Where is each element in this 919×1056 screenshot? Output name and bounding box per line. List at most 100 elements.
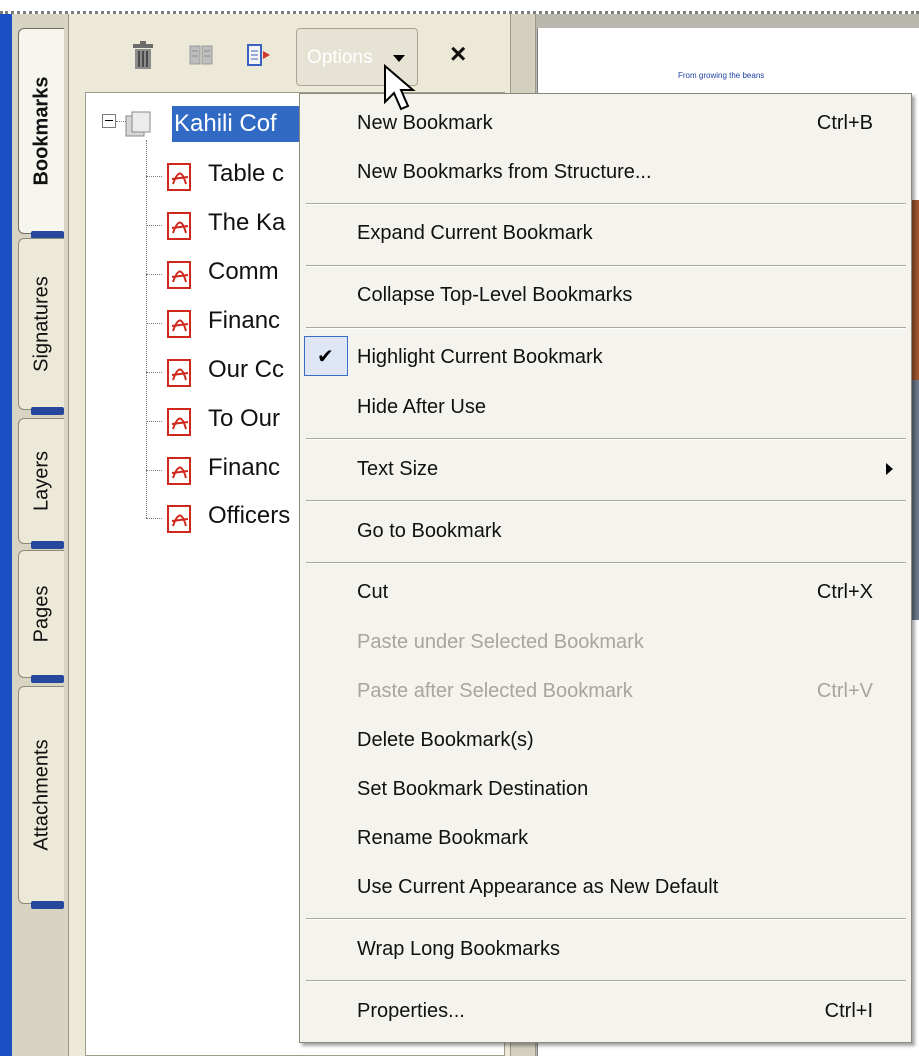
bookmark-item[interactable]: Table c	[146, 158, 312, 194]
menu-item-use-current-appearance[interactable]: Use Current Appearance as New Default	[300, 866, 911, 910]
menu-item-label: New Bookmark	[357, 112, 493, 134]
menu-item-go-to-bookmark[interactable]: Go to Bookmark	[300, 510, 911, 554]
document-icon	[125, 111, 151, 137]
menu-item-label: Collapse Top-Level Bookmarks	[357, 284, 633, 306]
window-top-border	[0, 0, 919, 14]
menu-item-shortcut: Ctrl+V	[816, 680, 873, 702]
menu-item-rename-bookmark[interactable]: Rename Bookmark	[300, 817, 911, 861]
chevron-down-icon	[393, 55, 405, 62]
menu-item-shortcut: Ctrl+I	[824, 1000, 873, 1022]
tab-pages-marker	[31, 675, 64, 683]
menu-separator	[306, 265, 906, 267]
tab-layers-label: Layers	[30, 450, 52, 512]
tree-connector	[146, 140, 147, 518]
menu-item-label: Hide After Use	[357, 396, 486, 418]
new-bookmark-icon[interactable]	[246, 40, 272, 70]
bookmark-label: Comm	[208, 258, 279, 285]
menu-item-label: Go to Bookmark	[357, 520, 502, 542]
window-left-edge	[0, 14, 12, 1056]
collapse-toggle-icon[interactable]	[102, 114, 116, 128]
expand-bookmark-icon[interactable]	[188, 40, 214, 70]
bookmark-item[interactable]: To Our	[146, 403, 312, 439]
pdf-icon	[167, 408, 191, 436]
menu-item-shortcut: Ctrl+B	[816, 112, 873, 134]
tab-pages[interactable]: Pages	[18, 550, 64, 683]
options-menu: New Bookmark Ctrl+B New Bookmarks from S…	[299, 93, 912, 1043]
menu-item-label: Highlight Current Bookmark	[357, 346, 603, 368]
bookmark-item[interactable]: Our Cc	[146, 354, 312, 390]
bookmark-label: Our Cc	[208, 356, 285, 383]
menu-item-new-bookmarks-from-structure[interactable]: New Bookmarks from Structure...	[300, 151, 911, 195]
tab-signatures[interactable]: Signatures	[18, 238, 64, 415]
tree-connector	[146, 470, 162, 471]
tab-pages-label: Pages	[30, 585, 52, 643]
menu-item-paste-under-selected: Paste under Selected Bookmark	[300, 621, 911, 665]
menu-item-wrap-long-bookmarks[interactable]: Wrap Long Bookmarks	[300, 928, 911, 972]
tab-layers-marker	[31, 541, 64, 549]
tree-connector	[146, 274, 162, 275]
checkmark-glyph: ✔	[317, 346, 334, 368]
tab-bookmarks-label: Bookmarks	[30, 76, 52, 186]
menu-separator	[306, 203, 906, 205]
document-heading: From growing the beans	[678, 71, 765, 80]
menu-item-label: Set Bookmark Destination	[357, 778, 589, 800]
menu-item-label: Expand Current Bookmark	[357, 222, 593, 244]
bookmark-label: The Ka	[208, 209, 286, 236]
tab-layers[interactable]: Layers	[18, 418, 64, 549]
bookmark-root[interactable]: Kahili Cof	[172, 106, 312, 142]
tree-connector	[146, 518, 162, 519]
menu-item-properties[interactable]: Properties... Ctrl+I	[300, 990, 911, 1034]
bookmark-label: Officers	[208, 502, 291, 529]
tab-attachments-marker	[31, 901, 64, 909]
tab-signatures-marker	[31, 407, 64, 415]
menu-item-label: New Bookmarks from Structure...	[357, 161, 652, 183]
menu-item-set-bookmark-destination[interactable]: Set Bookmark Destination	[300, 768, 911, 812]
pdf-icon	[167, 212, 191, 240]
tab-bookmarks[interactable]: Bookmarks	[18, 28, 64, 239]
menu-separator	[306, 562, 906, 564]
menu-item-hide-after-use[interactable]: Hide After Use	[300, 386, 911, 430]
bookmark-label: Financ	[208, 454, 281, 481]
bookmark-label: To Our	[208, 405, 281, 432]
pdf-icon	[167, 310, 191, 338]
options-label: Options	[307, 47, 373, 68]
menu-item-cut[interactable]: Cut Ctrl+X	[300, 571, 911, 615]
bookmark-item[interactable]: The Ka	[146, 207, 312, 243]
menu-item-label: Rename Bookmark	[357, 827, 529, 849]
menu-item-label: Paste under Selected Bookmark	[357, 631, 644, 653]
tree-connector	[146, 176, 162, 177]
menu-item-label: Wrap Long Bookmarks	[357, 938, 561, 960]
tab-attachments[interactable]: Attachments	[18, 686, 64, 909]
menu-item-paste-after-selected: Paste after Selected Bookmark Ctrl+V	[300, 670, 911, 714]
bookmark-item[interactable]: Financ	[146, 305, 312, 341]
bookmark-label: Financ	[208, 307, 281, 334]
trash-icon[interactable]	[130, 40, 156, 70]
menu-item-label: Delete Bookmark(s)	[357, 729, 534, 751]
bookmark-item[interactable]: Financ	[146, 452, 312, 488]
menu-item-delete-bookmarks[interactable]: Delete Bookmark(s)	[300, 719, 911, 763]
tree-connector	[146, 225, 162, 226]
menu-separator	[306, 500, 906, 502]
menu-item-collapse-top-level-bookmarks[interactable]: Collapse Top-Level Bookmarks	[300, 274, 911, 318]
close-panel-button[interactable]: ×	[450, 38, 466, 70]
bookmark-item[interactable]: Officers	[146, 500, 312, 536]
submenu-arrow-icon	[886, 463, 893, 475]
pdf-icon	[167, 163, 191, 191]
menu-item-highlight-current-bookmark[interactable]: ✔ Highlight Current Bookmark	[300, 336, 911, 380]
pdf-icon	[167, 457, 191, 485]
menu-item-text-size[interactable]: Text Size	[300, 448, 911, 492]
menu-item-label: Text Size	[357, 458, 439, 480]
menu-item-label: Use Current Appearance as New Default	[357, 876, 719, 898]
pdf-icon	[167, 359, 191, 387]
pdf-icon	[167, 505, 191, 533]
tree-connector	[146, 421, 162, 422]
menu-item-expand-current-bookmark[interactable]: Expand Current Bookmark	[300, 212, 911, 256]
menu-separator	[306, 980, 906, 982]
bookmark-label: Table c	[208, 160, 285, 187]
tree-connector	[146, 323, 162, 324]
mouse-cursor-icon	[384, 64, 416, 111]
tab-attachments-label: Attachments	[30, 739, 52, 851]
menu-separator	[306, 327, 906, 329]
checkmark-icon: ✔	[304, 336, 348, 376]
bookmark-item[interactable]: Comm	[146, 256, 312, 292]
